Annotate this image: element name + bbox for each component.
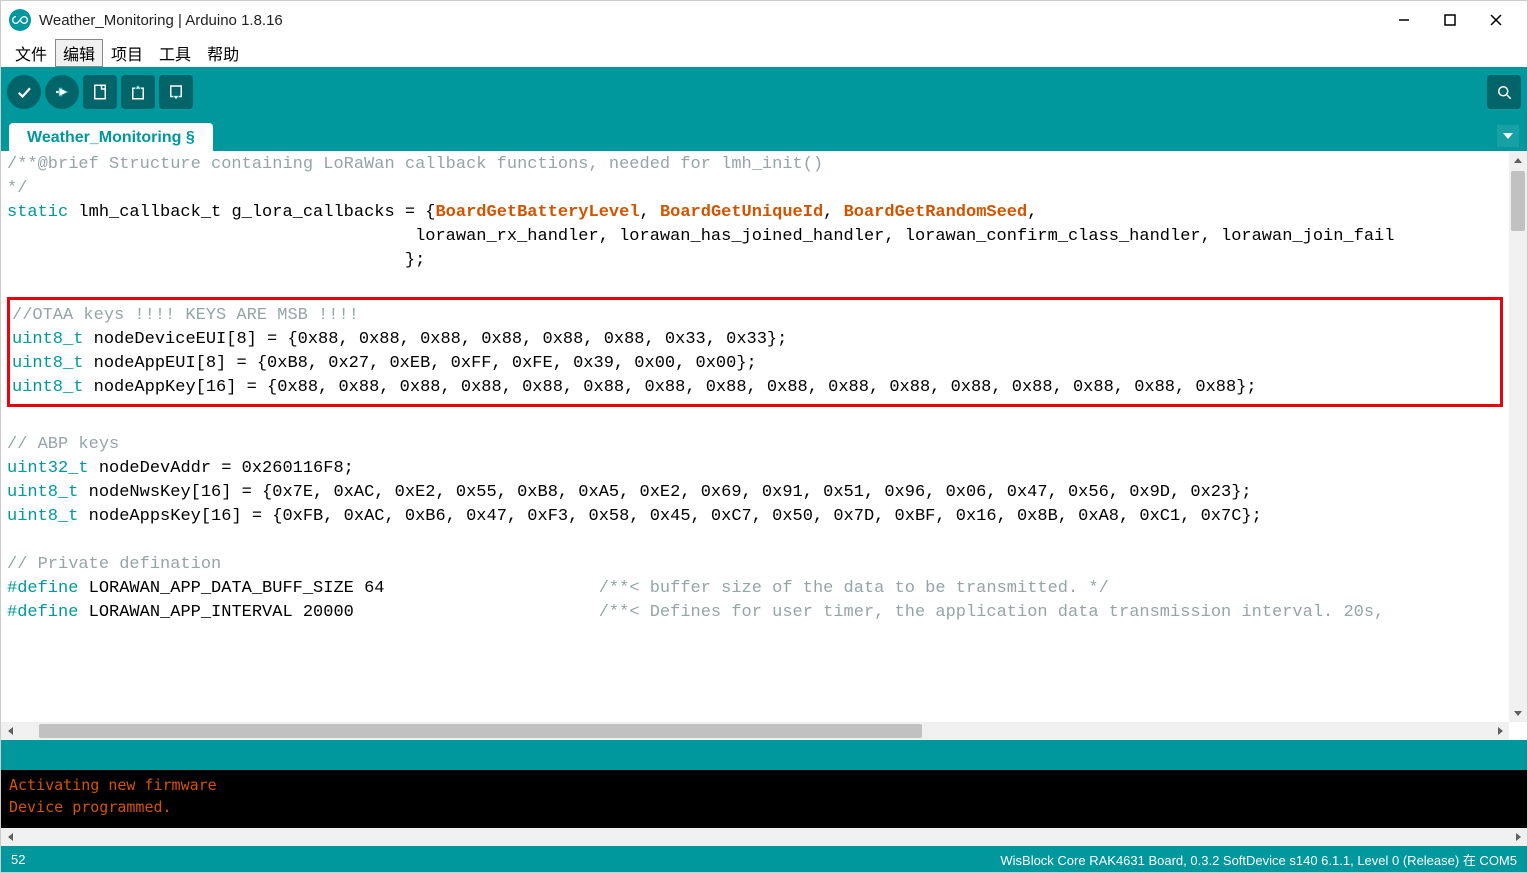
- code-text: nodeDeviceEUI[8] = {0x88, 0x88, 0x88, 0x…: [83, 330, 787, 349]
- scroll-left-icon[interactable]: [1, 722, 19, 740]
- code-func: BoardGetBatteryLevel: [435, 203, 639, 222]
- highlight-box: //OTAA keys !!!! KEYS ARE MSB !!!! uint8…: [7, 297, 1503, 407]
- code-type: uint8_t: [12, 354, 83, 373]
- code-text: nodeNwsKey[16] = {0x7E, 0xAC, 0xE2, 0x55…: [78, 483, 1251, 502]
- scroll-track[interactable]: [19, 828, 1509, 846]
- menu-edit[interactable]: 编辑: [55, 39, 103, 67]
- verify-button[interactable]: [7, 75, 41, 109]
- open-button[interactable]: [121, 75, 155, 109]
- code-text: LORAWAN_APP_DATA_BUFF_SIZE 64: [78, 579, 598, 598]
- code-editor[interactable]: /**@brief Structure containing LoRaWan c…: [1, 151, 1509, 722]
- menu-file[interactable]: 文件: [7, 39, 55, 67]
- serial-monitor-button[interactable]: [1487, 75, 1521, 109]
- code-comment: /**< Defines for user timer, the applica…: [599, 603, 1395, 622]
- scroll-up-icon[interactable]: [1509, 151, 1527, 169]
- vertical-scrollbar[interactable]: [1509, 151, 1527, 722]
- code-define: #define: [7, 579, 78, 598]
- arduino-logo-icon: [9, 9, 31, 31]
- code-text: lorawan_rx_handler, lorawan_has_joined_h…: [7, 227, 1394, 246]
- code-comment: // ABP keys: [7, 435, 119, 454]
- horizontal-scrollbar[interactable]: [1, 722, 1509, 740]
- menu-project[interactable]: 项目: [103, 39, 151, 67]
- code-text: ,: [823, 203, 843, 222]
- code-text: ,: [1027, 203, 1037, 222]
- code-comment: //OTAA keys !!!! KEYS ARE MSB !!!!: [12, 306, 359, 325]
- code-func: BoardGetUniqueId: [660, 203, 823, 222]
- maximize-button[interactable]: [1427, 5, 1473, 35]
- scroll-right-icon[interactable]: [1509, 828, 1527, 846]
- code-type: uint8_t: [7, 507, 78, 526]
- console-line: Device programmed.: [9, 796, 1519, 818]
- scroll-right-icon[interactable]: [1491, 722, 1509, 740]
- scroll-track[interactable]: [1509, 169, 1527, 704]
- code-comment: /**< buffer size of the data to be trans…: [599, 579, 1109, 598]
- code-func: BoardGetRandomSeed: [844, 203, 1028, 222]
- line-number: 52: [11, 852, 1000, 867]
- tab-weather-monitoring[interactable]: Weather_Monitoring §: [9, 123, 213, 151]
- save-button[interactable]: [159, 75, 193, 109]
- code-comment: /**@brief Structure containing LoRaWan c…: [7, 155, 823, 174]
- code-comment: // Private defination: [7, 555, 221, 574]
- console-line: Activating new firmware: [9, 774, 1519, 796]
- code-type: uint32_t: [7, 459, 89, 478]
- scroll-down-icon[interactable]: [1509, 704, 1527, 722]
- toolbar: [1, 67, 1527, 117]
- board-info: WisBlock Core RAK4631 Board, 0.3.2 SoftD…: [1000, 850, 1517, 869]
- code-text: lmh_callback_t g_lora_callbacks = {: [68, 203, 435, 222]
- code-text: LORAWAN_APP_INTERVAL 20000: [78, 603, 598, 622]
- window-title: Weather_Monitoring | Arduino 1.8.16: [39, 12, 1381, 29]
- tabbar: Weather_Monitoring §: [1, 117, 1527, 151]
- minimize-button[interactable]: [1381, 5, 1427, 35]
- code-text: nodeAppKey[16] = {0x88, 0x88, 0x88, 0x88…: [83, 378, 1256, 397]
- menu-help[interactable]: 帮助: [199, 39, 247, 67]
- code-text: };: [7, 251, 425, 270]
- close-button[interactable]: [1473, 5, 1519, 35]
- new-button[interactable]: [83, 75, 117, 109]
- scroll-left-icon[interactable]: [1, 828, 19, 846]
- titlebar: Weather_Monitoring | Arduino 1.8.16: [1, 1, 1527, 39]
- code-text: nodeAppsKey[16] = {0xFB, 0xAC, 0xB6, 0x4…: [78, 507, 1261, 526]
- code-type: uint8_t: [7, 483, 78, 502]
- scroll-track[interactable]: [19, 722, 1491, 740]
- scroll-thumb[interactable]: [1511, 171, 1525, 231]
- tab-menu-button[interactable]: [1497, 125, 1519, 147]
- arduino-ide-window: Weather_Monitoring | Arduino 1.8.16 文件 编…: [0, 0, 1528, 873]
- menubar: 文件 编辑 项目 工具 帮助: [1, 39, 1527, 67]
- scroll-thumb[interactable]: [39, 724, 922, 738]
- code-type: uint8_t: [12, 378, 83, 397]
- footer-bar: 52 WisBlock Core RAK4631 Board, 0.3.2 So…: [1, 846, 1527, 872]
- console-output[interactable]: Activating new firmware Device programme…: [1, 770, 1527, 828]
- code-text: ,: [640, 203, 660, 222]
- code-type: uint8_t: [12, 330, 83, 349]
- code-define: #define: [7, 603, 78, 622]
- code-text: nodeAppEUI[8] = {0xB8, 0x27, 0xEB, 0xFF,…: [83, 354, 756, 373]
- menu-tools[interactable]: 工具: [151, 39, 199, 67]
- code-keyword: static: [7, 203, 68, 222]
- upload-button[interactable]: [45, 75, 79, 109]
- status-strip: [1, 740, 1527, 770]
- code-text: nodeDevAddr = 0x260116F8;: [89, 459, 354, 478]
- code-comment: */: [7, 179, 27, 198]
- editor-area: /**@brief Structure containing LoRaWan c…: [1, 151, 1527, 740]
- console-scrollbar[interactable]: [1, 828, 1527, 846]
